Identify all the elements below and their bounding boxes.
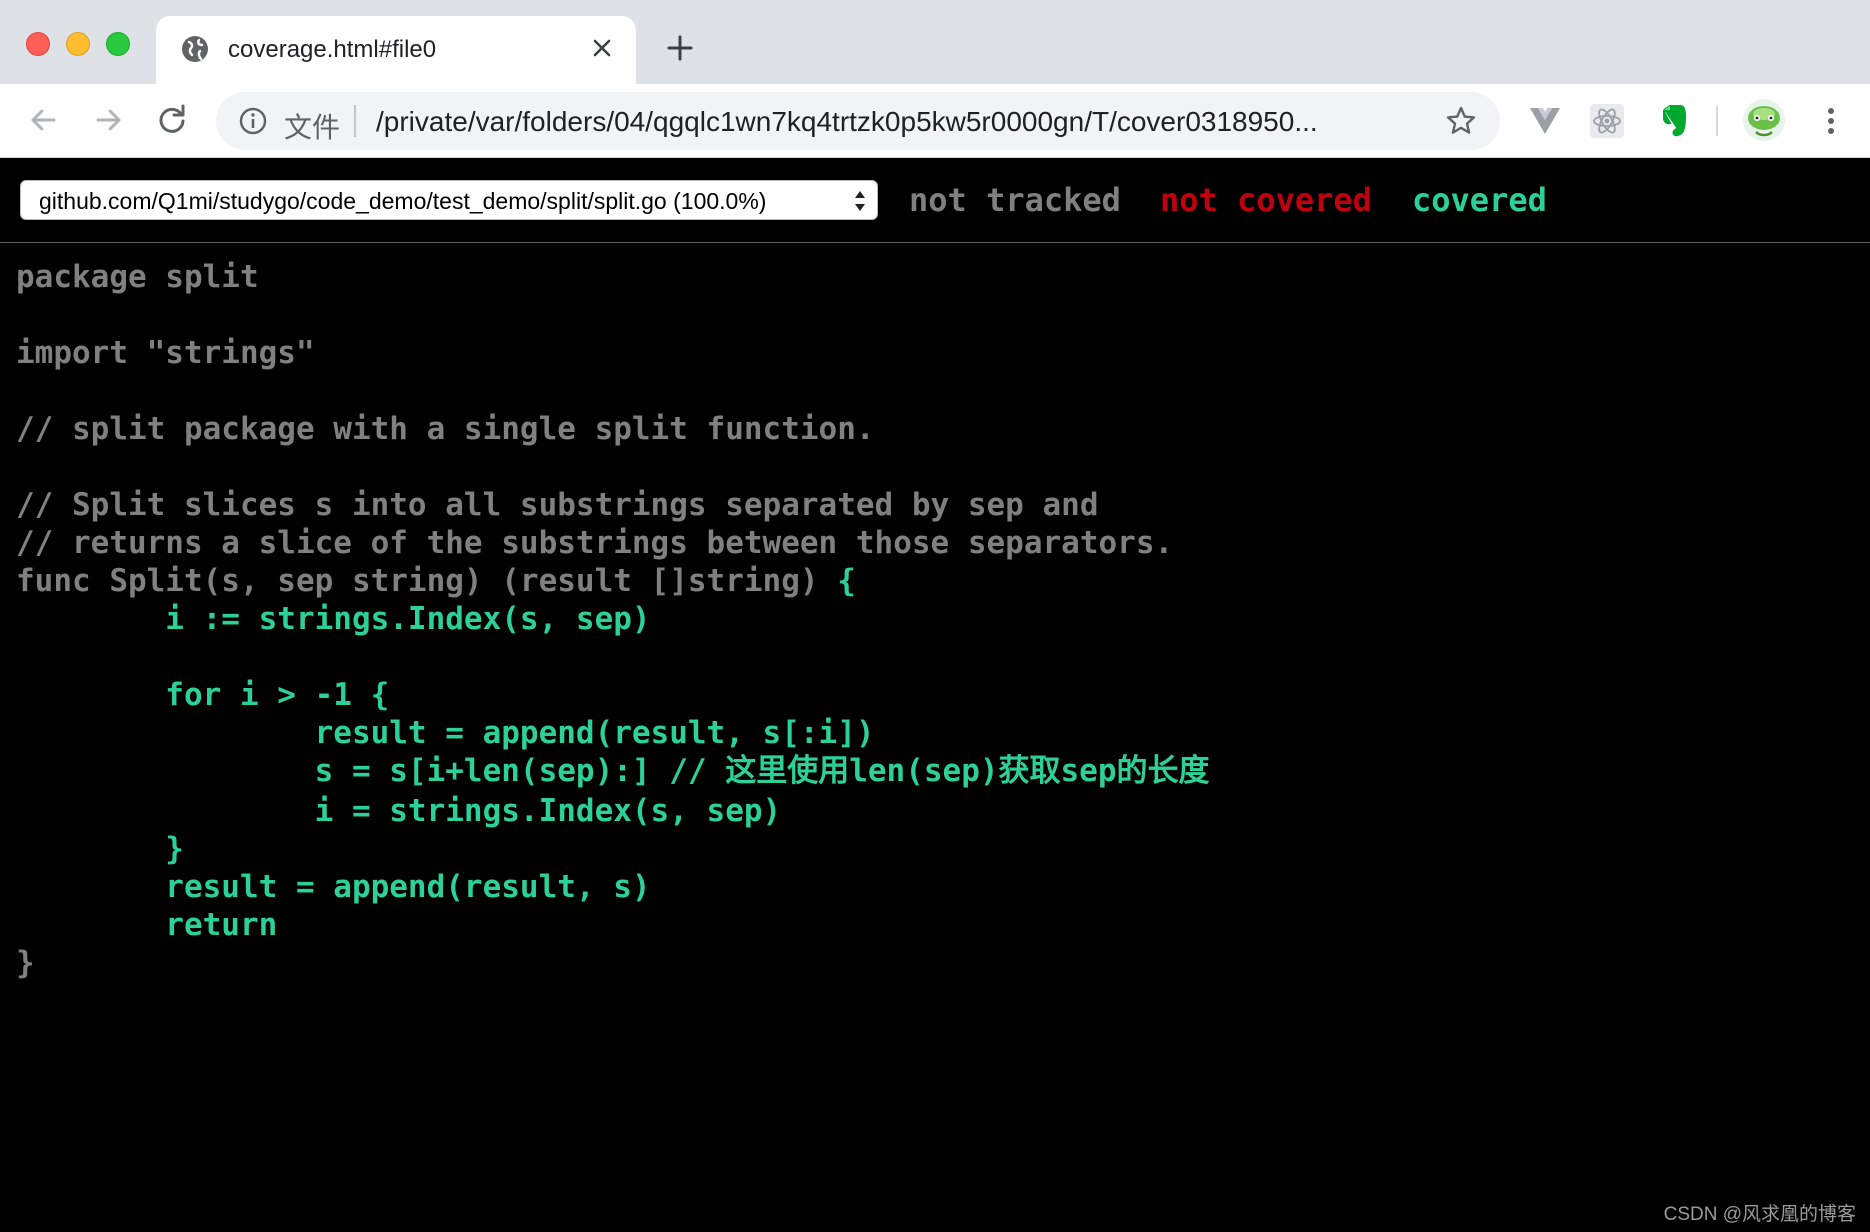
code-line: s = s[i+len(sep):] // 这里使用len(sep)获取sep的… — [16, 753, 1210, 789]
address-bar[interactable]: 文件 /private/var/folders/04/qgqlc1wn7kq4t… — [216, 92, 1500, 150]
back-icon[interactable] — [24, 100, 64, 140]
tab-strip: coverage.html#file0 — [0, 0, 1870, 84]
toolbar-divider — [1716, 106, 1718, 136]
new-tab-icon[interactable] — [664, 32, 696, 64]
evernote-extension-icon[interactable] — [1654, 102, 1692, 140]
close-icon[interactable] — [588, 34, 616, 62]
tab-coverage[interactable]: coverage.html#file0 — [156, 16, 636, 84]
security-label: 文件 — [284, 112, 341, 143]
url-text[interactable]: /private/var/folders/04/qgqlc1wn7kq4trtz… — [376, 106, 1318, 138]
star-icon[interactable] — [1444, 104, 1478, 138]
code-line: // split package with a single split fun… — [16, 411, 875, 447]
browser-toolbar: 文件 /private/var/folders/04/qgqlc1wn7kq4t… — [0, 84, 1870, 158]
legend-not-covered: not covered — [1160, 181, 1372, 219]
code-line: } — [16, 945, 35, 981]
forward-icon[interactable] — [88, 100, 128, 140]
omnibox-divider — [354, 105, 356, 137]
code-line: // returns a slice of the substrings bet… — [16, 525, 1174, 561]
coverage-header: github.com/Q1mi/studygo/code_demo/test_d… — [0, 159, 1870, 243]
file-select-value: github.com/Q1mi/studygo/code_demo/test_d… — [39, 188, 767, 214]
source-code: package split import "strings" // split … — [0, 244, 1870, 1232]
watermark: CSDN @风求凰的博客 — [1663, 1204, 1856, 1225]
code-line: } — [16, 831, 184, 867]
info-icon[interactable] — [238, 106, 268, 136]
legend-covered: covered — [1412, 181, 1547, 219]
code-line: result = append(result, s) — [16, 869, 651, 905]
legend-not-tracked: not tracked — [909, 181, 1121, 219]
code-line: package split — [16, 259, 259, 295]
react-extension-icon[interactable] — [1588, 102, 1626, 140]
file-select[interactable]: github.com/Q1mi/studygo/code_demo/test_d… — [20, 180, 878, 220]
select-arrows-icon — [855, 191, 865, 211]
globe-icon — [182, 36, 208, 62]
code-line: i := strings.Index(s, sep) — [16, 601, 651, 637]
code-line: func Split(s, sep string) (result []stri… — [16, 563, 856, 599]
code-line: for i > -1 { — [16, 677, 390, 713]
code-line: i = strings.Index(s, sep) — [16, 793, 782, 829]
menu-icon[interactable] — [1812, 102, 1850, 140]
profile-avatar[interactable] — [1742, 98, 1786, 142]
vue-extension-icon[interactable] — [1526, 102, 1564, 140]
code-line: // Split slices s into all substrings se… — [16, 487, 1099, 523]
code-line: result = append(result, s[:i]) — [16, 715, 875, 751]
code-line: return — [16, 907, 278, 943]
reload-icon[interactable] — [152, 100, 192, 140]
code-line: import "strings" — [16, 335, 315, 371]
tab-title: coverage.html#file0 — [228, 36, 437, 63]
close-window-button[interactable] — [26, 32, 50, 56]
minimize-window-button[interactable] — [66, 32, 90, 56]
zoom-window-button[interactable] — [106, 32, 130, 56]
